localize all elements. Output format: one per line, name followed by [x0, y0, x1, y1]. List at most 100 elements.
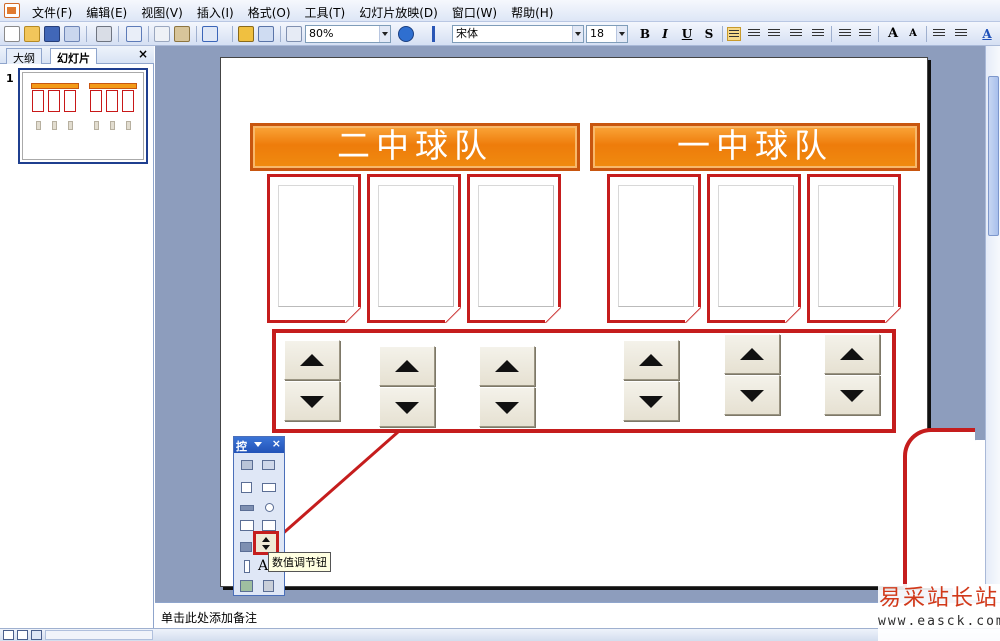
increase-font-icon[interactable]: A	[884, 26, 902, 42]
team-banner-left[interactable]: 二中球队	[250, 123, 580, 171]
design-mode-icon[interactable]	[238, 457, 256, 474]
vertical-scrollbar[interactable]	[985, 46, 1000, 602]
menu-view[interactable]: 视图(V)	[135, 3, 189, 22]
chevron-down-icon[interactable]	[572, 26, 583, 42]
spin-up-button[interactable]	[284, 340, 340, 380]
spin-button[interactable]	[284, 340, 340, 422]
chevron-down-icon[interactable]	[616, 26, 627, 42]
permission-icon[interactable]	[64, 26, 80, 42]
slideshow-view-icon[interactable]	[31, 630, 42, 640]
menu-window[interactable]: 窗口(W)	[446, 3, 503, 22]
more-controls-icon[interactable]	[260, 578, 278, 595]
player-card[interactable]	[467, 174, 561, 323]
spin-down-button[interactable]	[623, 381, 679, 421]
spin-button[interactable]	[623, 340, 679, 422]
thumbnail-card	[48, 90, 60, 112]
font-size-combo[interactable]: 18	[586, 25, 628, 43]
powerpoint-app-icon[interactable]	[4, 3, 20, 18]
toolbox-titlebar[interactable]: 控 ×	[234, 437, 284, 453]
spin-down-button[interactable]	[379, 387, 435, 427]
slide-canvas[interactable]: 二中球队 一中球队	[220, 57, 928, 587]
player-card[interactable]	[267, 174, 361, 323]
tab-outline[interactable]: 大纲	[6, 48, 42, 65]
menu-edit[interactable]: 编辑(E)	[80, 3, 133, 22]
numbering-icon[interactable]	[838, 27, 852, 41]
insert-chart-icon[interactable]	[238, 26, 254, 42]
thumbnail-spinner	[110, 121, 115, 130]
spin-button[interactable]	[479, 346, 535, 428]
menu-slideshow[interactable]: 幻灯片放映(D)	[353, 3, 444, 22]
chevron-down-icon[interactable]	[379, 26, 390, 42]
zoom-combo[interactable]: 80%	[305, 25, 391, 43]
spin-button[interactable]	[824, 334, 880, 416]
menu-tools[interactable]: 工具(T)	[299, 3, 352, 22]
toolbar-handle[interactable]	[432, 26, 435, 42]
italic-button[interactable]: I	[656, 26, 674, 42]
spin-down-button[interactable]	[479, 387, 535, 427]
new-file-icon[interactable]	[4, 26, 20, 42]
distribute-icon[interactable]	[811, 27, 825, 41]
spin-up-button[interactable]	[724, 334, 780, 374]
player-card[interactable]	[367, 174, 461, 323]
spin-down-button[interactable]	[284, 381, 340, 421]
spin-button[interactable]	[379, 346, 435, 428]
spin-up-button[interactable]	[479, 346, 535, 386]
underline-button[interactable]: U	[678, 26, 696, 42]
thumbnail-card	[64, 90, 76, 112]
spelling-icon[interactable]	[126, 26, 142, 42]
command-button-icon[interactable]	[238, 499, 256, 516]
justify-icon[interactable]	[789, 27, 803, 41]
scrollbar-thumb[interactable]	[988, 76, 999, 236]
normal-view-icon[interactable]	[3, 630, 14, 640]
team-banner-right[interactable]: 一中球队	[590, 123, 920, 171]
spin-button[interactable]	[724, 334, 780, 416]
align-right-icon[interactable]	[767, 27, 781, 41]
shadow-button[interactable]: S	[700, 26, 718, 42]
decrease-indent-icon[interactable]	[932, 27, 946, 41]
grid-icon[interactable]	[286, 26, 302, 42]
increase-indent-icon[interactable]	[954, 27, 968, 41]
bold-button[interactable]: B	[636, 26, 654, 42]
player-card[interactable]	[707, 174, 801, 323]
spin-up-button[interactable]	[623, 340, 679, 380]
player-card[interactable]	[807, 174, 901, 323]
menu-insert[interactable]: 插入(I)	[191, 3, 240, 22]
chevron-down-icon[interactable]	[254, 442, 262, 451]
copy-icon[interactable]	[154, 26, 170, 42]
insert-table-icon[interactable]	[258, 26, 274, 42]
spin-up-button[interactable]	[824, 334, 880, 374]
properties-icon[interactable]	[260, 457, 278, 474]
tab-slides[interactable]: 幻灯片	[50, 48, 97, 65]
align-left-icon[interactable]	[727, 27, 741, 41]
controls-toolbox[interactable]: 控 × A	[233, 436, 285, 596]
menu-format[interactable]: 格式(O)	[242, 3, 297, 22]
scrollbar-control-icon[interactable]	[238, 558, 256, 575]
player-card[interactable]	[607, 174, 701, 323]
decrease-font-icon[interactable]: A	[904, 26, 922, 42]
close-icon[interactable]: ×	[138, 47, 148, 61]
align-center-icon[interactable]	[747, 27, 761, 41]
slide-sorter-icon[interactable]	[17, 630, 28, 640]
font-name-combo[interactable]: 宋体	[452, 25, 584, 43]
spin-down-button[interactable]	[824, 375, 880, 415]
close-icon[interactable]: ×	[272, 437, 281, 450]
notes-pane[interactable]: 单击此处添加备注	[155, 602, 1000, 628]
image-control-icon[interactable]	[238, 578, 256, 595]
horizontal-scrollbar[interactable]	[45, 630, 153, 640]
spin-up-button[interactable]	[379, 346, 435, 386]
paste-icon[interactable]	[174, 26, 190, 42]
checkbox-icon[interactable]	[238, 479, 256, 496]
bullets-icon[interactable]	[858, 27, 872, 41]
print-icon[interactable]	[96, 26, 112, 42]
slide-thumbnail[interactable]	[18, 68, 148, 164]
menu-help[interactable]: 帮助(H)	[505, 3, 559, 22]
undo-icon[interactable]	[202, 26, 218, 42]
option-button-icon[interactable]	[260, 499, 278, 516]
help-icon[interactable]	[398, 26, 414, 42]
font-color-icon[interactable]: A	[978, 26, 996, 42]
spin-down-button[interactable]	[724, 375, 780, 415]
open-folder-icon[interactable]	[24, 26, 40, 42]
menu-file[interactable]: 文件(F)	[26, 3, 78, 22]
textbox-control-icon[interactable]	[260, 479, 278, 496]
save-icon[interactable]	[44, 26, 60, 42]
